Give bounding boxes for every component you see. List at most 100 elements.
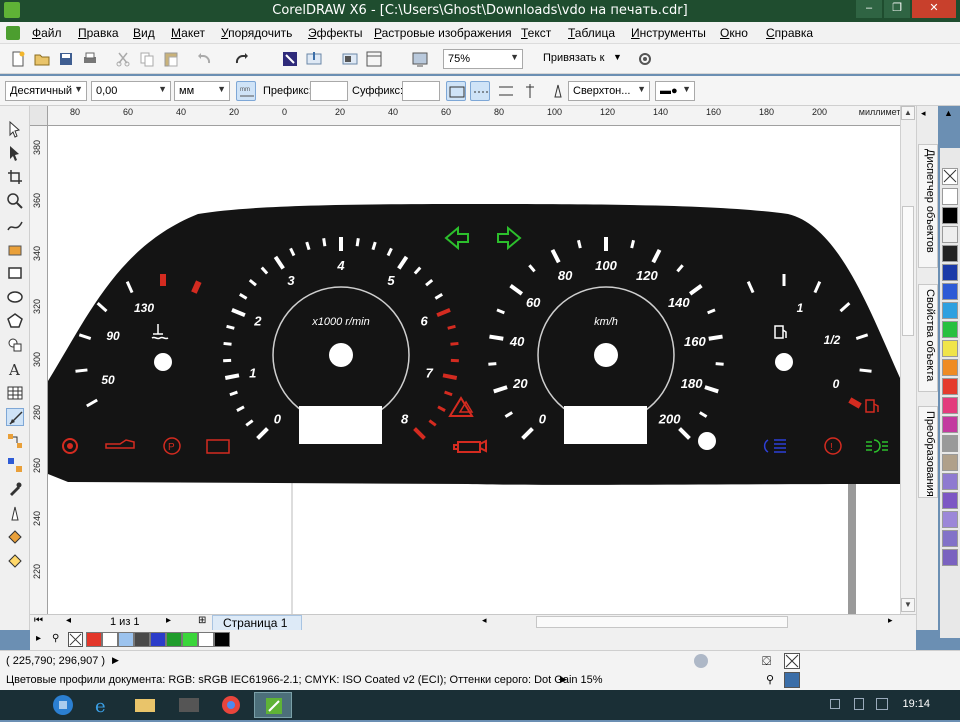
menu-help[interactable]: Справка [766, 26, 813, 40]
fill-status-icon[interactable] [694, 654, 708, 668]
line-style-select[interactable]: Сверхтон...▼ [568, 81, 650, 101]
eyedropper-tool-icon[interactable] [6, 480, 24, 498]
coords-arrow-icon[interactable]: ▶ [112, 655, 119, 666]
freehand-tool-icon[interactable] [6, 216, 24, 234]
palette-swatch[interactable] [942, 264, 958, 281]
menu-file[interactable]: Файл [32, 26, 62, 40]
dashboard-artwork[interactable]: 012345678x1000 r/min 0204060801001201401… [48, 126, 900, 614]
palette-swatch[interactable] [942, 340, 958, 357]
interactive-fill-icon[interactable] [6, 552, 24, 570]
cut-icon[interactable] [113, 49, 133, 69]
system-tray-icon[interactable] [830, 699, 840, 709]
palette-swatch[interactable] [942, 378, 958, 395]
outline-tool-icon[interactable] [6, 504, 24, 522]
scroll-left-icon[interactable]: ◂ [482, 615, 496, 629]
odometer-window-left[interactable] [299, 406, 382, 444]
document-palette-swatch[interactable] [166, 632, 182, 647]
odometer-window-right[interactable] [564, 406, 647, 444]
menu-tools[interactable]: Инструменты [631, 26, 706, 40]
dynamic-dimension-icon[interactable] [446, 81, 466, 101]
first-page-icon[interactable]: ⏮ [34, 615, 43, 626]
blend-tool-icon[interactable] [6, 456, 24, 474]
rectangle-tool-icon[interactable] [6, 264, 24, 282]
welcome-screen-icon[interactable] [410, 49, 430, 69]
no-color-swatch[interactable] [942, 168, 958, 185]
palette-swatch[interactable] [942, 359, 958, 376]
previous-page-icon[interactable]: ◂ [66, 615, 71, 626]
smart-fill-icon[interactable] [6, 240, 24, 258]
scroll-up-button[interactable]: ▲ [901, 106, 915, 120]
export-icon[interactable] [340, 49, 360, 69]
outline-pen-icon[interactable] [548, 81, 568, 101]
palette-swatch[interactable] [942, 454, 958, 471]
palette-scroll-up-icon[interactable]: ▲ [944, 108, 953, 118]
arrowhead-select[interactable]: ▬●▼ [655, 81, 695, 101]
pick-tool-icon[interactable] [6, 120, 24, 138]
doc-menu-icon[interactable] [6, 26, 20, 40]
new-document-icon[interactable] [8, 49, 28, 69]
document-palette-swatch[interactable] [134, 632, 150, 647]
basic-shapes-icon[interactable] [6, 336, 24, 354]
palette-swatch[interactable] [942, 416, 958, 433]
ellipse-tool-icon[interactable] [6, 288, 24, 306]
menu-layout[interactable]: Макет [171, 26, 205, 40]
internet-explorer-icon[interactable]: e [84, 692, 122, 718]
undo-icon[interactable] [194, 49, 214, 69]
open-folder-icon[interactable] [32, 49, 52, 69]
minimize-button[interactable]: – [856, 0, 882, 18]
palette-swatch[interactable] [942, 302, 958, 319]
drawing-canvas[interactable]: 012345678x1000 r/min 0204060801001201401… [48, 126, 900, 614]
snap-to-dropdown[interactable]: Привязать к [543, 52, 604, 64]
menu-effects[interactable]: Эффекты [308, 26, 363, 40]
horizontal-ruler[interactable]: 80604020020406080100120140160180200 милл… [30, 106, 916, 126]
dimension-text-icon[interactable]: mm [236, 81, 256, 101]
close-button[interactable]: ✕ [912, 0, 956, 18]
fill-tool-icon[interactable] [6, 528, 24, 546]
print-icon[interactable] [80, 49, 100, 69]
palette-swatch[interactable] [942, 188, 958, 205]
shape-tool-icon[interactable] [6, 144, 24, 162]
menu-bitmaps[interactable]: Растровые изображения [374, 26, 512, 40]
connector-tool-icon[interactable] [6, 432, 24, 450]
text-tool-icon[interactable]: A [6, 360, 24, 378]
fill-none-icon[interactable] [784, 653, 800, 669]
palette-swatch[interactable] [942, 397, 958, 414]
palette-swatch[interactable] [942, 435, 958, 452]
menu-table[interactable]: Таблица [568, 26, 615, 40]
crop-tool-icon[interactable] [6, 168, 24, 186]
value-field[interactable]: 0,00▼ [91, 81, 171, 101]
object-manager-tab[interactable]: Диспетчер объектов [918, 144, 938, 268]
menu-text[interactable]: Текст [521, 26, 551, 40]
ruler-origin-icon[interactable] [30, 106, 48, 126]
table-tool-icon[interactable] [6, 384, 24, 402]
palette-swatch[interactable] [942, 226, 958, 243]
copy-icon[interactable] [137, 49, 157, 69]
palette-swatch[interactable] [942, 283, 958, 300]
eyedropper-icon[interactable]: ⚲ [52, 633, 59, 644]
start-button[interactable] [44, 692, 82, 718]
extension-lines-icon[interactable] [496, 81, 516, 101]
page-tab[interactable]: Страница 1 [212, 615, 302, 631]
transformations-tab[interactable]: Преобразования [918, 406, 938, 498]
zoom-level-select[interactable]: 75%▼ [443, 49, 523, 69]
search-content-icon[interactable] [280, 49, 300, 69]
palette-swatch[interactable] [942, 511, 958, 528]
document-palette-swatch[interactable] [86, 632, 102, 647]
dimension-tool-icon[interactable] [6, 408, 24, 426]
units-select[interactable]: мм▼ [174, 81, 230, 101]
save-icon[interactable] [56, 49, 76, 69]
scroll-down-button[interactable]: ▼ [901, 598, 915, 612]
scroll-thumb[interactable] [902, 206, 914, 336]
vertical-ruler[interactable]: 380360340320300280260240220 [30, 126, 48, 614]
menu-view[interactable]: Вид [133, 26, 155, 40]
horizontal-scroll-thumb[interactable] [536, 616, 788, 628]
text-align-icon[interactable] [520, 81, 540, 101]
zoom-tool-icon[interactable] [6, 192, 24, 210]
palette-swatch[interactable] [942, 492, 958, 509]
text-position-icon[interactable] [470, 81, 490, 101]
application-launcher-icon[interactable] [364, 49, 384, 69]
import-icon[interactable] [304, 49, 324, 69]
network-icon[interactable] [854, 698, 864, 710]
menu-window[interactable]: Окно [720, 26, 748, 40]
coreldraw-taskbar-icon[interactable] [254, 692, 292, 718]
